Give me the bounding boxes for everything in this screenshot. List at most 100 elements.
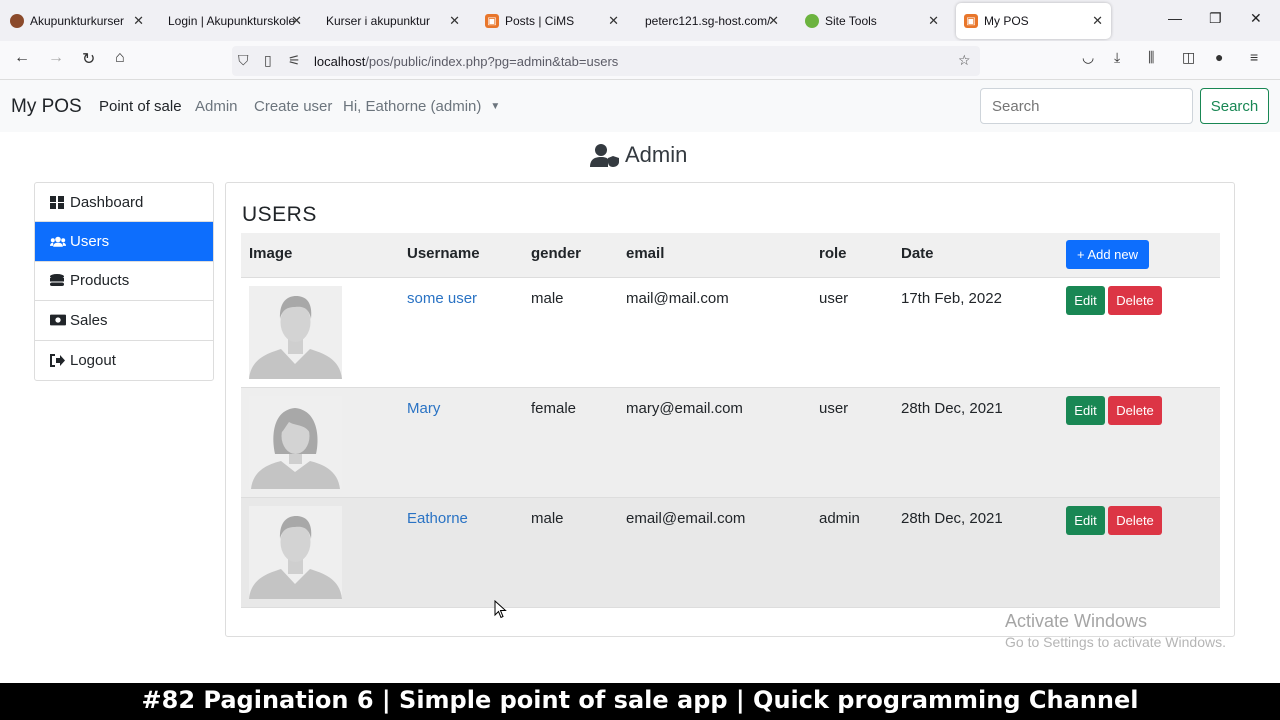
maximize-icon[interactable]: ❐	[1209, 10, 1222, 27]
sidebar-item-sales[interactable]: Sales	[35, 301, 213, 341]
forward-icon[interactable]: →	[48, 49, 64, 67]
browser-tab[interactable]: ▣ Posts | CiMS ✕	[477, 3, 627, 39]
browser-tab[interactable]: Akupunkturkurser ✕	[2, 3, 152, 39]
site-favicon-icon	[10, 14, 24, 28]
dashboard-icon	[50, 195, 66, 209]
back-icon[interactable]: ←	[14, 49, 30, 67]
menu-icon[interactable]: ≡	[1250, 49, 1258, 65]
browser-tab-active[interactable]: ▣ My POS ✕	[956, 3, 1111, 39]
address-bar[interactable]: ⛉ ▯ ⚟ localhost/pos/public/index.php?pg=…	[232, 46, 980, 76]
site-tools-favicon-icon	[805, 14, 819, 28]
close-window-icon[interactable]: ✕	[1250, 10, 1262, 27]
xampp-favicon-icon: ▣	[964, 14, 978, 28]
xampp-favicon-icon: ▣	[485, 14, 499, 28]
nav-user-dropdown[interactable]: Hi, Eathorne (admin) ▼	[343, 98, 500, 115]
close-tab-icon[interactable]: ✕	[928, 13, 939, 29]
activation-watermark-title: Activate Windows	[1005, 611, 1148, 631]
female-avatar-icon	[249, 396, 342, 489]
sidebar-item-dashboard[interactable]: Dashboard	[35, 183, 213, 223]
date-cell: 28th Dec, 2021	[901, 400, 1003, 417]
search-input[interactable]	[980, 88, 1193, 124]
database-icon	[50, 273, 66, 288]
bookmark-star-icon[interactable]: ☆	[958, 52, 971, 69]
browser-tab-strip: Akupunkturkurser ✕ Login | Akupunktursko…	[0, 0, 1280, 41]
extensions-icon[interactable]: ●	[1215, 49, 1223, 65]
search-button[interactable]: Search	[1200, 88, 1269, 124]
role-cell: user	[819, 400, 849, 417]
add-new-button[interactable]: + Add new	[1066, 240, 1149, 269]
caret-down-icon: ▼	[490, 101, 501, 112]
page-icon[interactable]: ▯	[264, 52, 272, 69]
sidebar-toggle-icon[interactable]: ◫	[1182, 49, 1195, 66]
gender-cell: male	[531, 290, 564, 307]
reload-icon[interactable]: ↻	[82, 49, 95, 69]
date-cell: 17th Feb, 2022	[901, 290, 1002, 307]
avatar	[249, 286, 342, 379]
users-panel: USERS Image Username gender email role D…	[225, 182, 1235, 637]
browser-tab[interactable]: peterc121.sg-host.com/ ✕	[637, 3, 787, 39]
email-cell: mary@email.com	[626, 400, 743, 417]
url-text[interactable]: localhost/pos/public/index.php?pg=admin&…	[314, 54, 618, 69]
close-tab-icon[interactable]: ✕	[291, 13, 302, 29]
role-cell: user	[819, 290, 849, 307]
close-tab-icon[interactable]: ✕	[608, 13, 619, 29]
gender-cell: male	[531, 510, 564, 527]
shield-icon[interactable]: ⛉	[238, 52, 249, 69]
users-heading: USERS	[242, 203, 317, 226]
avatar	[249, 396, 342, 489]
date-cell: 28th Dec, 2021	[901, 510, 1003, 527]
sidebar-item-logout[interactable]: Logout	[35, 341, 213, 380]
nav-create-user[interactable]: Create user	[254, 98, 332, 115]
logout-icon	[50, 353, 66, 367]
column-header: Image	[249, 245, 293, 262]
username-link[interactable]: Eathorne	[407, 510, 468, 527]
column-header: email	[626, 245, 665, 262]
browser-tab[interactable]: Login | Akupunkturskole ✕	[160, 3, 310, 39]
pocket-icon[interactable]: ◡	[1082, 49, 1094, 66]
users-table: Image Username gender email role Date + …	[241, 233, 1220, 608]
table-row: Eathorne male email@email.com admin 28th…	[241, 498, 1220, 608]
minimize-icon[interactable]: —	[1168, 10, 1182, 26]
column-header: role	[819, 245, 847, 262]
edit-button[interactable]: Edit	[1066, 506, 1105, 535]
close-tab-icon[interactable]: ✕	[768, 13, 779, 29]
edit-button[interactable]: Edit	[1066, 396, 1105, 425]
male-avatar-icon	[249, 506, 342, 599]
role-cell: admin	[819, 510, 860, 527]
users-icon	[50, 235, 66, 248]
admin-sidebar: Dashboard Users Products Sales Logout	[34, 182, 214, 381]
nav-admin[interactable]: Admin	[195, 98, 238, 115]
browser-nav-bar: ← → ↻ ⌂ ⛉ ▯ ⚟ localhost/pos/public/index…	[0, 41, 1280, 80]
home-icon[interactable]: ⌂	[115, 49, 125, 67]
permissions-icon[interactable]: ⚟	[288, 52, 301, 69]
nav-point-of-sale[interactable]: Point of sale	[99, 98, 182, 115]
email-cell: email@email.com	[626, 510, 746, 527]
user-shield-icon	[590, 144, 619, 167]
app-navbar: My POS Point of sale Admin Create user H…	[0, 80, 1280, 132]
column-header: Username	[407, 245, 480, 262]
delete-button[interactable]: Delete	[1108, 506, 1162, 535]
close-tab-icon[interactable]: ✕	[133, 13, 144, 29]
video-caption: #82 Pagination 6 | Simple point of sale …	[0, 683, 1280, 720]
money-icon	[50, 314, 66, 326]
username-link[interactable]: Mary	[407, 400, 440, 417]
brand[interactable]: My POS	[11, 96, 82, 118]
close-tab-icon[interactable]: ✕	[449, 13, 460, 29]
sidebar-item-products[interactable]: Products	[35, 262, 213, 302]
sidebar-item-users[interactable]: Users	[35, 222, 213, 262]
table-row: some user male mail@mail.com user 17th F…	[241, 278, 1220, 388]
mouse-cursor-icon	[494, 600, 507, 619]
close-tab-icon[interactable]: ✕	[1092, 13, 1103, 29]
table-header: Image Username gender email role Date + …	[241, 233, 1220, 278]
page-title: Admin	[590, 142, 687, 168]
gender-cell: female	[531, 400, 577, 417]
male-avatar-icon	[249, 286, 342, 379]
delete-button[interactable]: Delete	[1108, 396, 1162, 425]
library-icon[interactable]: ⫼	[1148, 49, 1154, 66]
delete-button[interactable]: Delete	[1108, 286, 1162, 315]
edit-button[interactable]: Edit	[1066, 286, 1105, 315]
browser-tab[interactable]: Kurser i akupunktur ✕	[318, 3, 468, 39]
download-icon[interactable]: ⤓	[1114, 49, 1120, 66]
username-link[interactable]: some user	[407, 290, 477, 307]
browser-tab[interactable]: Site Tools ✕	[797, 3, 947, 39]
